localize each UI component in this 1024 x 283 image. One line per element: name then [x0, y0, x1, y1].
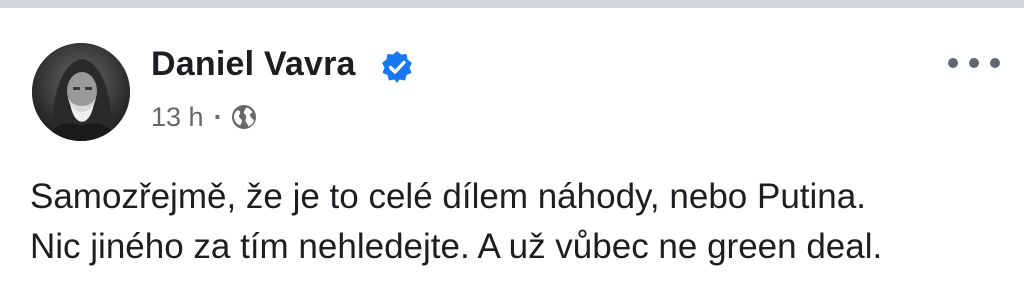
author-avatar[interactable] [32, 43, 130, 141]
post-text-line: Samozřejmě, že je to celé dílem náhody, … [30, 177, 866, 216]
more-dot [948, 58, 958, 68]
more-dot [969, 58, 979, 68]
post-time[interactable]: 13 h [151, 102, 204, 133]
more-dot [990, 58, 1000, 68]
author-name[interactable]: Daniel Vavra [151, 45, 356, 84]
top-divider [0, 0, 1024, 8]
verified-badge-icon [382, 51, 412, 83]
globe-icon[interactable] [231, 104, 257, 130]
post-text-line: Nic jiného za tím nehledejte. A už vůbec… [30, 227, 883, 266]
post-meta: 13 h · [151, 101, 257, 133]
post-text: Samozřejmě, že je to celé dílem náhody, … [30, 172, 1000, 272]
more-options-button[interactable] [948, 52, 1000, 74]
avatar-image [32, 43, 130, 141]
meta-separator: · [213, 101, 223, 132]
